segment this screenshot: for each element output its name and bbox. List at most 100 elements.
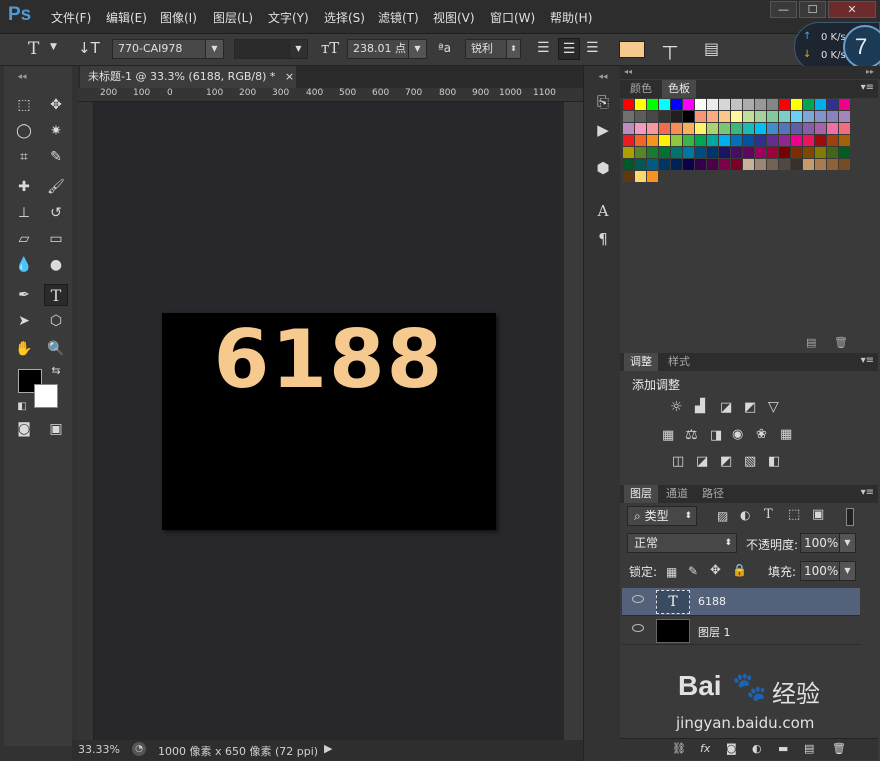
color-swatch[interactable] [767,147,778,158]
color-swatch[interactable] [827,135,838,146]
color-swatch[interactable] [671,123,682,134]
zoom-icon[interactable]: 🔍 [44,338,68,360]
character-panel-icon[interactable]: A [592,200,614,222]
color-swatch[interactable] [755,99,766,110]
close-window-button[interactable]: ✕ [828,1,876,18]
tab-styles[interactable]: 样式 [662,353,696,371]
color-swatch[interactable] [803,135,814,146]
history-panel-icon[interactable]: ⎘ [592,91,614,113]
move-tool-icon[interactable]: ✥ [44,94,68,116]
color-swatch[interactable] [635,147,646,158]
color-swatch[interactable] [743,99,754,110]
font-size-select[interactable]: 238.01 点 ▼ [347,39,427,59]
color-swatch[interactable] [815,159,826,170]
color-swatch[interactable] [791,111,802,122]
quick-mask-icon[interactable]: ◙ [12,418,36,440]
maximize-button[interactable]: ☐ [799,1,826,18]
selective-color-icon[interactable]: ◧ [768,454,780,469]
pen-icon[interactable]: ✒ [12,284,36,306]
levels-icon[interactable]: ▟ [695,399,705,414]
color-swatch[interactable] [659,147,670,158]
color-swatch[interactable] [671,99,682,110]
color-swatch[interactable] [839,99,850,110]
color-swatch[interactable] [635,135,646,146]
color-swatch[interactable] [671,159,682,170]
eyedropper-icon[interactable]: ✎ [44,146,68,168]
fill-input[interactable]: 100% ▼ [800,561,856,581]
color-swatch[interactable] [755,135,766,146]
screen-mode-icon[interactable]: ▣ [44,418,68,440]
color-swatch[interactable] [731,111,742,122]
expand-icon[interactable]: ▸▸ [866,67,874,76]
photo-filter-icon[interactable]: ◉ [732,427,743,442]
panel-menu-icon[interactable]: ▾≡ [861,82,874,93]
dodge-icon[interactable]: ● [44,254,68,276]
color-swatch[interactable] [803,159,814,170]
layer-row-text[interactable]: T 6188 [622,588,860,616]
color-swatch[interactable] [731,99,742,110]
color-swatch[interactable] [683,159,694,170]
layer-name[interactable]: 6188 [698,595,726,608]
color-swatch[interactable] [791,147,802,158]
menu-filter[interactable]: 滤镜(T) [378,9,419,26]
color-swatch[interactable] [695,123,706,134]
color-swatch[interactable] [719,147,730,158]
color-swatch[interactable] [647,123,658,134]
paragraph-panel-icon[interactable]: ¶ [592,228,614,250]
color-swatch[interactable] [719,135,730,146]
new-group-icon[interactable]: ▬ [778,742,788,755]
color-swatch[interactable] [839,111,850,122]
color-swatch[interactable] [779,123,790,134]
character-panel-icon[interactable]: ▤ [704,39,719,58]
color-swatch[interactable] [671,147,682,158]
status-menu-icon[interactable]: ◔ [132,742,146,756]
color-swatch[interactable] [779,147,790,158]
color-swatch[interactable] [767,99,778,110]
opacity-input[interactable]: 100% ▼ [800,533,856,553]
color-swatch[interactable] [827,147,838,158]
hand-icon[interactable]: ✋ [12,338,36,360]
color-swatch[interactable] [839,123,850,134]
layer-name[interactable]: 图层 1 [698,624,731,640]
layer-row-fill[interactable]: 图层 1 [622,617,860,645]
color-swatch[interactable] [683,123,694,134]
curves-icon[interactable]: ◪ [720,400,732,415]
add-mask-icon[interactable]: ◙ [726,742,737,755]
color-swatch[interactable] [635,171,646,182]
color-swatch[interactable] [695,111,706,122]
color-balance-icon[interactable]: ⚖ [685,427,698,443]
menu-select[interactable]: 选择(S) [324,9,365,26]
color-swatch[interactable] [839,159,850,170]
color-swatch[interactable] [779,135,790,146]
color-swatch[interactable] [839,135,850,146]
lock-pixels-icon[interactable]: ✎ [688,564,698,578]
invert-icon[interactable]: ◫ [672,454,684,469]
tab-adjustments[interactable]: 调整 [624,353,658,371]
adjustment-filter-icon[interactable]: ◐ [740,508,750,522]
expand-icon[interactable]: ◂◂ [592,66,614,88]
color-swatch[interactable] [779,99,790,110]
collapse-icon[interactable]: ◂◂ [10,66,34,88]
menu-help[interactable]: 帮助(H) [550,9,592,26]
color-swatch[interactable] [623,135,634,146]
color-swatch[interactable] [827,123,838,134]
color-swatch[interactable] [683,135,694,146]
trash-icon[interactable]: 🗑 [834,336,848,349]
close-tab-button[interactable]: × [285,70,294,83]
color-swatch[interactable] [659,159,670,170]
color-swatch[interactable] [743,123,754,134]
new-adjustment-icon[interactable]: ◐ [752,742,762,755]
eye-icon[interactable] [632,624,644,632]
threshold-icon[interactable]: ◩ [720,454,732,469]
type-tool-preset-icon[interactable]: T [28,39,39,59]
color-swatch[interactable] [743,111,754,122]
document-tab[interactable]: 未标题-1 @ 33.3% (6188, RGB/8) * × [80,66,296,88]
menu-view[interactable]: 视图(V) [433,9,475,26]
shape-filter-icon[interactable]: ⬚ [788,507,800,522]
history-brush-icon[interactable]: ↺ [44,202,68,224]
color-swatch[interactable] [671,135,682,146]
panel-menu-icon[interactable]: ▾≡ [861,487,874,498]
lock-all-icon[interactable]: 🔒 [732,563,747,577]
color-swatch[interactable] [743,135,754,146]
status-arrow-icon[interactable]: ▶ [324,742,332,755]
